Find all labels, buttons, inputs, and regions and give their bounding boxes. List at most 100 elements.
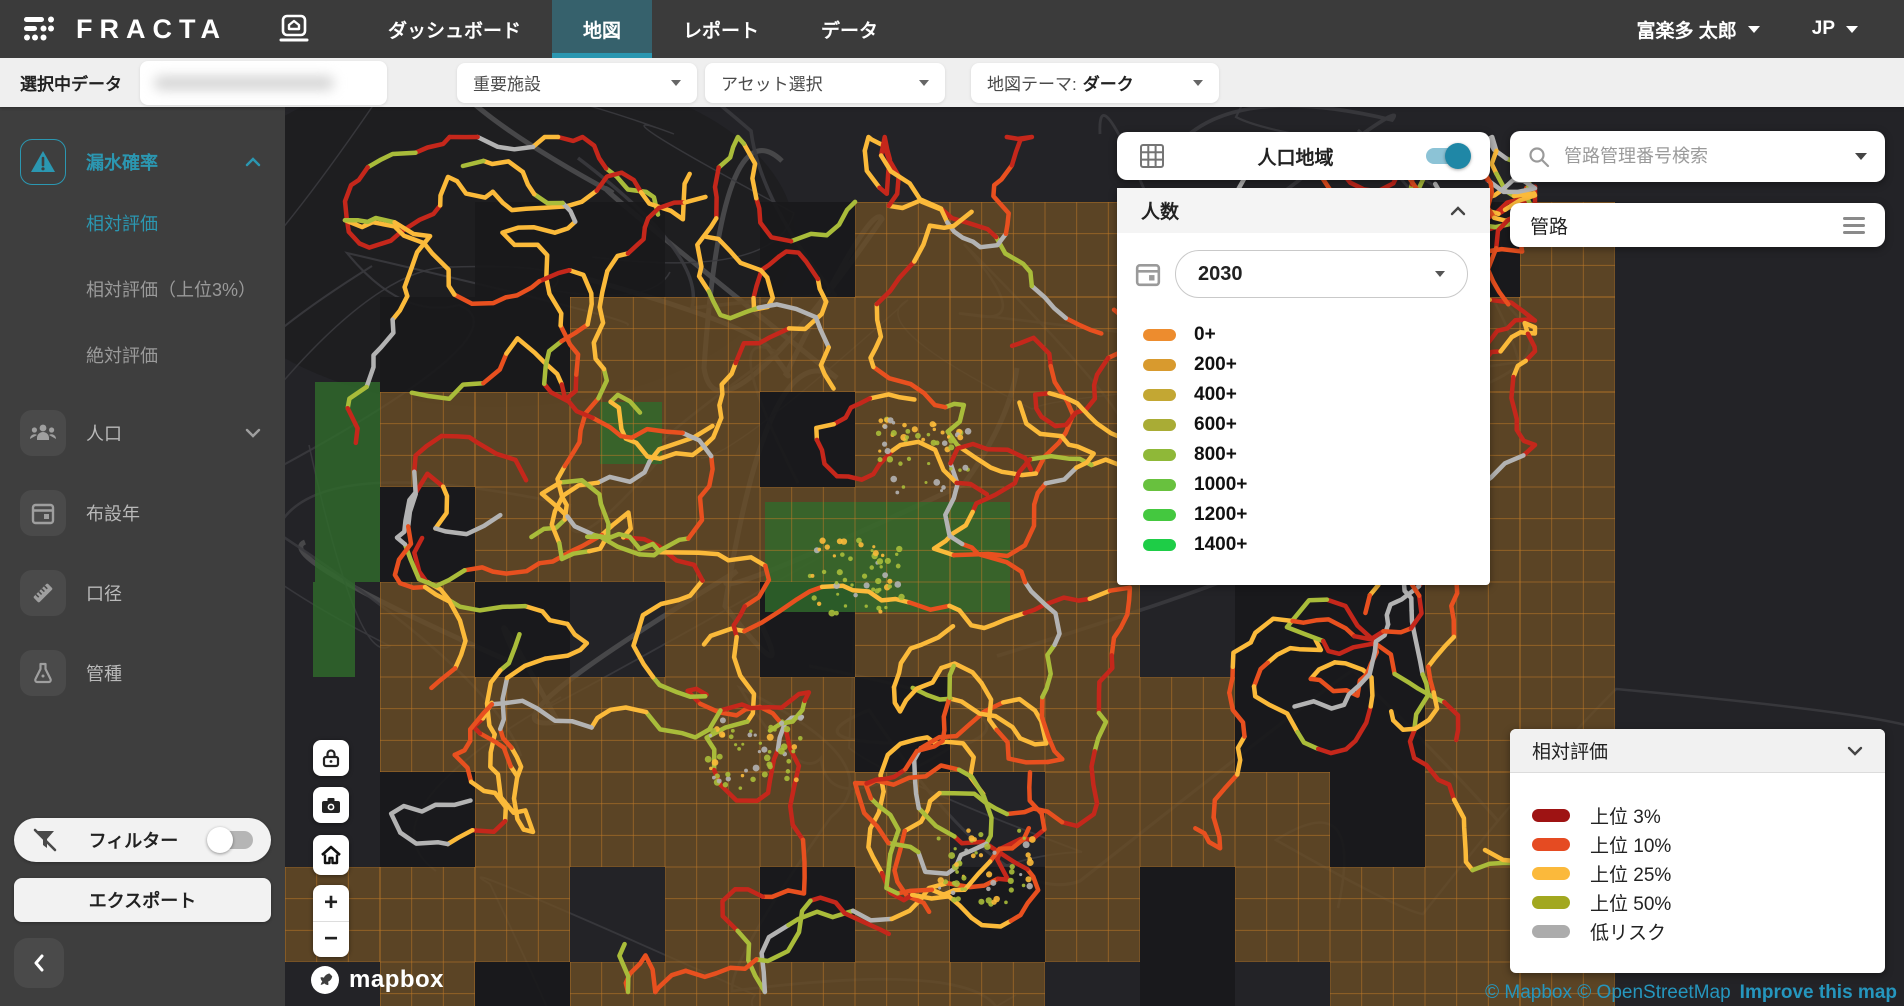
people-icon	[29, 422, 57, 444]
important-facility-select[interactable]: 重要施設	[457, 63, 697, 103]
sidebar-item-population[interactable]: 人口	[0, 410, 285, 456]
user-menu[interactable]: 富楽多 太郎	[1636, 16, 1759, 43]
home-button[interactable]	[271, 6, 317, 52]
warning-icon-box	[20, 139, 66, 185]
year-value: 2030	[1198, 263, 1243, 286]
tab-dashboard-label: ダッシュボード	[388, 16, 521, 43]
legend-swatch	[1143, 449, 1176, 461]
sidebar-item-install-year[interactable]: 布設年	[0, 490, 285, 536]
map-theme-label: 地図テーマ:	[987, 70, 1077, 95]
flask-icon-box	[20, 650, 66, 696]
sidebar-subitem-relative-eval-top3[interactable]: 相対評価（上位3%）	[0, 276, 285, 302]
sidebar: 漏水確率 相対評価 相対評価（上位3%） 絶対評価 人口 布設年	[0, 107, 285, 1006]
population-panel-title: 人数	[1141, 197, 1179, 224]
filter-toggle[interactable]	[209, 831, 253, 849]
filter-label: フィルター	[58, 827, 209, 853]
nav-tabs: ダッシュボード 地図 レポート データ	[357, 0, 909, 58]
reset-view-button[interactable]	[313, 835, 349, 875]
mapbox-icon	[310, 965, 340, 995]
selected-data-field[interactable]	[140, 61, 387, 105]
chevron-down-icon	[1435, 271, 1445, 277]
camera-icon	[321, 797, 341, 814]
chevron-down-icon	[1846, 26, 1858, 33]
legend-label: 400+	[1194, 384, 1237, 406]
zoom-out-button[interactable]: −	[313, 922, 349, 958]
legend-row: 200+	[1143, 350, 1490, 380]
chevron-down-icon	[671, 80, 681, 86]
chevron-up-icon[interactable]	[1450, 206, 1466, 216]
legend-row: 低リスク	[1532, 917, 1885, 946]
legend-row: 600+	[1143, 410, 1490, 440]
relative-eval-header[interactable]: 相対評価	[1510, 729, 1885, 773]
population-legend: 0+ 200+ 400+ 600+ 800+ 1000+ 1200+ 1400+	[1117, 298, 1490, 560]
chevron-down-icon[interactable]	[1855, 153, 1867, 160]
population-area-toggle[interactable]	[1426, 148, 1468, 164]
year-select[interactable]: 2030	[1175, 250, 1468, 298]
ruler-icon-box	[20, 570, 66, 616]
legend-swatch	[1532, 838, 1570, 851]
filter-off-icon	[32, 827, 58, 853]
improve-map-link[interactable]: Improve this map	[1740, 982, 1897, 1003]
legend-swatch	[1532, 896, 1570, 909]
legend-swatch	[1532, 867, 1570, 880]
lock-map-button[interactable]	[313, 740, 349, 776]
brand-logo[interactable]: FRACTA	[0, 13, 237, 45]
nav-right: 富楽多 太郎 JP	[1636, 16, 1904, 43]
map-theme-select[interactable]: 地図テーマ: ダーク	[971, 63, 1219, 103]
pipe-search-input[interactable]	[1564, 146, 1855, 167]
legend-row: 上位 10%	[1532, 830, 1885, 859]
mapbox-logo[interactable]: mapbox	[310, 965, 444, 995]
legend-swatch	[1532, 809, 1570, 822]
important-facility-label: 重要施設	[473, 70, 541, 95]
chevron-down-icon[interactable]	[1847, 746, 1863, 756]
tab-dashboard[interactable]: ダッシュボード	[357, 0, 552, 58]
legend-row: 1200+	[1143, 500, 1490, 530]
zoom-in-button[interactable]: +	[313, 885, 349, 922]
attribution-text[interactable]: © Mapbox © OpenStreetMap	[1485, 982, 1731, 1003]
pipe-search-box	[1510, 131, 1885, 182]
language-menu[interactable]: JP	[1812, 18, 1858, 40]
menu-icon[interactable]	[1843, 217, 1865, 234]
export-button[interactable]: エクスポート	[14, 878, 271, 922]
asset-select[interactable]: アセット選択	[705, 63, 945, 103]
legend-row: 上位 3%	[1532, 801, 1885, 830]
legend-swatch	[1143, 509, 1176, 521]
legend-swatch	[1532, 925, 1570, 938]
filter-button[interactable]: フィルター	[14, 818, 271, 862]
pipe-layer-box[interactable]: 管路	[1510, 203, 1885, 247]
grid-icon	[1139, 143, 1165, 169]
sidebar-collapse-button[interactable]	[14, 938, 64, 988]
legend-label: 200+	[1194, 354, 1237, 376]
sidebar-item-pipe-material[interactable]: 管種	[0, 650, 285, 696]
sidebar-item-leak-probability[interactable]: 漏水確率	[0, 139, 285, 185]
zoom-controls: + −	[313, 885, 349, 957]
selected-data-value-redacted	[154, 76, 334, 90]
map-attribution: © Mapbox © OpenStreetMap Improve this map	[1485, 982, 1897, 1004]
legend-label: 1400+	[1194, 534, 1247, 556]
chevron-up-icon[interactable]	[245, 157, 261, 167]
sidebar-item-label: 人口	[86, 420, 122, 446]
chevron-down-icon	[919, 80, 929, 86]
legend-swatch	[1143, 539, 1176, 551]
tab-map[interactable]: 地図	[552, 0, 652, 58]
sidebar-item-diameter[interactable]: 口径	[0, 570, 285, 616]
screenshot-button[interactable]	[313, 787, 349, 823]
legend-swatch	[1143, 359, 1176, 371]
tab-report-label: レポート	[683, 16, 759, 43]
sidebar-subitem-relative-eval[interactable]: 相対評価	[0, 210, 285, 236]
legend-label: 0+	[1194, 324, 1216, 346]
user-name: 富楽多 太郎	[1636, 16, 1736, 43]
chevron-down-icon[interactable]	[245, 428, 261, 438]
legend-label: 上位 50%	[1590, 889, 1671, 916]
lock-icon	[322, 748, 340, 768]
population-panel-header[interactable]: 人数	[1117, 188, 1490, 233]
tab-data[interactable]: データ	[790, 0, 909, 58]
chevron-left-icon	[33, 954, 45, 972]
sidebar-subitem-absolute-eval[interactable]: 絶対評価	[0, 342, 285, 368]
tab-report[interactable]: レポート	[652, 0, 790, 58]
home-icon	[278, 13, 310, 45]
flask-icon	[31, 661, 55, 685]
sidebar-item-label: 漏水確率	[86, 149, 158, 175]
legend-label: 上位 3%	[1590, 802, 1661, 829]
selected-data-label: 選択中データ	[0, 70, 122, 95]
